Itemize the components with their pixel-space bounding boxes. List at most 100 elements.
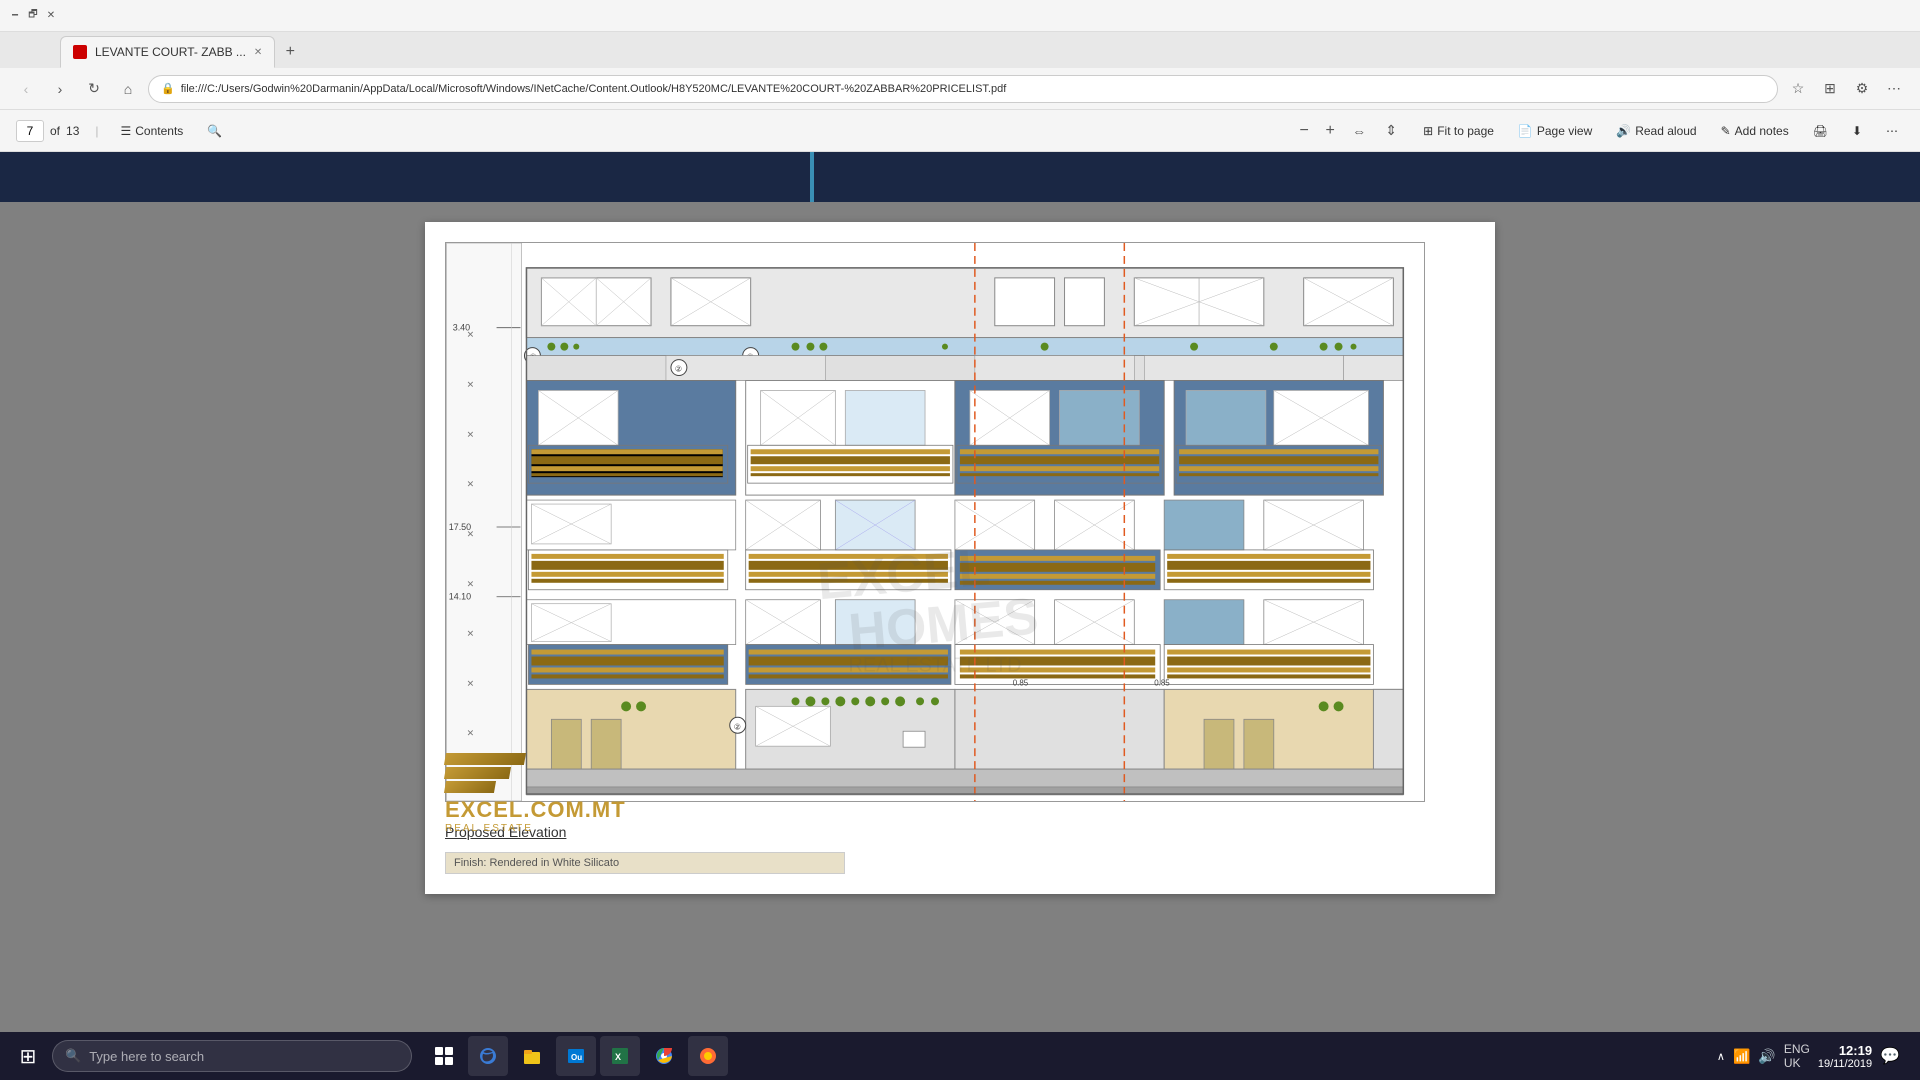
title-bar: 🗕 🗗 ✕ <box>0 0 1920 32</box>
zoom-controls: − + ⇔ ⇕ <box>1293 117 1405 145</box>
tab-label: LEVANTE COURT- ZABB ... <box>95 45 246 59</box>
maximize-button[interactable]: 🗗 <box>26 9 40 23</box>
taskbar-tray: ∧ 📶 🔊 ENG UK 12:19 19/11/2019 💬 <box>1705 1042 1912 1070</box>
pdf-content-area: EXCEL.COM.MT REAL ESTATE ✕ ✕ ✕ ✕ ✕ ✕ ✕ ✕… <box>0 152 1920 1032</box>
back-button[interactable]: ‹ <box>12 75 40 103</box>
tab-close-button[interactable]: ✕ <box>254 47 262 58</box>
header-accent-bar <box>810 152 814 202</box>
page-view-button[interactable]: 📄 Page view <box>1512 121 1598 141</box>
address-text: file:///C:/Users/Godwin%20Darmanin/AppDa… <box>181 83 1765 95</box>
date-display: 19/11/2019 <box>1818 1058 1872 1070</box>
elevation-drawing: ✕ ✕ ✕ ✕ ✕ ✕ ✕ ✕ ✕ 3.40 17.50 14.10 <box>445 242 1425 802</box>
tray-up-arrow[interactable]: ∧ <box>1717 1050 1725 1063</box>
contents-icon: ☰ <box>121 124 132 138</box>
fit-width-button[interactable]: ⇔ <box>1345 117 1373 145</box>
page-total: 13 <box>66 124 79 138</box>
file-explorer-button[interactable] <box>512 1036 552 1076</box>
more-options-button[interactable]: ⋯ <box>1880 121 1904 141</box>
browser-window: 🗕 🗗 ✕ LEVANTE COURT- ZABB ... ✕ + ‹ › ↻ … <box>0 0 1920 1080</box>
home-button[interactable]: ⌂ <box>114 75 142 103</box>
clock[interactable]: 12:19 19/11/2019 <box>1818 1043 1872 1070</box>
svg-text:②: ② <box>675 365 682 374</box>
edge-icon <box>478 1046 498 1066</box>
svg-text:②: ② <box>734 722 741 731</box>
svg-text:Ou: Ou <box>571 1053 582 1062</box>
search-button[interactable]: 🔍 <box>201 121 228 141</box>
language-region: ENG UK <box>1784 1042 1810 1070</box>
svg-text:✕: ✕ <box>467 579 475 589</box>
edge-browser-button[interactable] <box>468 1036 508 1076</box>
chrome-icon <box>654 1046 674 1066</box>
pdf-toolbar: of 13 | ☰ Contents 🔍 − + ⇔ ⇕ ⊞ Fit to pa… <box>0 110 1920 152</box>
start-button[interactable]: ⊞ <box>8 1036 48 1076</box>
read-aloud-label: Read aloud <box>1635 124 1696 138</box>
zoom-in-button[interactable]: + <box>1319 120 1341 142</box>
task-view-icon <box>434 1046 454 1066</box>
legend-text: Finish: Rendered in White Silicato <box>445 852 845 874</box>
svg-text:✕: ✕ <box>467 629 475 639</box>
active-tab[interactable]: LEVANTE COURT- ZABB ... ✕ <box>60 36 275 68</box>
navigation-bar: ‹ › ↻ ⌂ 🔒 file:///C:/Users/Godwin%20Darm… <box>0 68 1920 110</box>
fit-height-button[interactable]: ⇕ <box>1377 117 1405 145</box>
save-button[interactable]: ⬇ <box>1846 121 1868 141</box>
excel-icon: X <box>610 1046 630 1066</box>
excel-homes-logo: EXCEL.COM.MT REAL ESTATE <box>445 753 626 834</box>
add-notes-button[interactable]: ✎ Add notes <box>1715 121 1795 141</box>
svg-text:✕: ✕ <box>467 728 475 738</box>
page-navigation: of 13 <box>16 120 79 142</box>
outlook-button[interactable]: Ou <box>556 1036 596 1076</box>
other-app-icon <box>698 1046 718 1066</box>
logo-bar-2 <box>444 767 511 779</box>
chrome-button[interactable] <box>644 1036 684 1076</box>
start-icon: ⊞ <box>20 1044 37 1069</box>
other-app-button[interactable] <box>688 1036 728 1076</box>
refresh-button[interactable]: ↻ <box>80 75 108 103</box>
contents-button[interactable]: ☰ Contents <box>115 121 190 141</box>
fit-to-page-button[interactable]: ⊞ Fit to page <box>1417 121 1500 141</box>
svg-text:REAL ESTATE LTD: REAL ESTATE LTD <box>849 654 1022 676</box>
logo-bar-3 <box>444 781 496 793</box>
svg-text:✕: ✕ <box>467 678 475 688</box>
zoom-out-button[interactable]: − <box>1293 120 1315 142</box>
svg-text:0.85: 0.85 <box>1013 678 1029 687</box>
print-icon: 🖨 <box>1813 124 1828 138</box>
new-tab-button[interactable]: + <box>275 36 305 68</box>
add-notes-icon: ✎ <box>1721 124 1731 138</box>
excel-button[interactable]: X <box>600 1036 640 1076</box>
close-button[interactable]: ✕ <box>44 9 58 23</box>
more-icon: ⋯ <box>1886 124 1898 138</box>
page-number-input[interactable] <box>16 120 44 142</box>
task-view-button[interactable] <box>424 1036 464 1076</box>
collections-button[interactable]: ⊞ <box>1816 75 1844 103</box>
taskbar-search-bar[interactable]: 🔍 Type here to search <box>52 1040 412 1072</box>
notifications-button[interactable]: 💬 <box>1880 1046 1900 1066</box>
window-controls[interactable]: 🗕 🗗 ✕ <box>8 9 58 23</box>
settings-button[interactable]: ⋯ <box>1880 75 1908 103</box>
search-icon: 🔍 <box>65 1048 81 1064</box>
address-bar[interactable]: 🔒 file:///C:/Users/Godwin%20Darmanin/App… <box>148 75 1778 103</box>
favorites-button[interactable]: ☆ <box>1784 75 1812 103</box>
svg-text:3.40: 3.40 <box>453 323 470 333</box>
svg-text:17.50: 17.50 <box>449 522 471 532</box>
pdf-header-band <box>0 152 1920 202</box>
svg-text:14.10: 14.10 <box>449 592 471 602</box>
taskbar: ⊞ 🔍 Type here to search <box>0 1032 1920 1080</box>
svg-text:0.85: 0.85 <box>1154 678 1170 687</box>
svg-text:X: X <box>615 1052 621 1062</box>
read-aloud-button[interactable]: 🔊 Read aloud <box>1610 121 1702 141</box>
file-explorer-icon <box>522 1046 542 1066</box>
region-label: UK <box>1784 1056 1810 1070</box>
forward-button[interactable]: › <box>46 75 74 103</box>
outlook-icon: Ou <box>566 1046 586 1066</box>
taskbar-apps: Ou X <box>424 1036 728 1076</box>
save-icon: ⬇ <box>1852 124 1862 138</box>
language-label: ENG <box>1784 1042 1810 1056</box>
toolbar-separator: | <box>95 124 98 138</box>
minimize-button[interactable]: 🗕 <box>8 9 22 23</box>
logo-text-main: EXCEL.COM.MT <box>445 797 626 823</box>
svg-text:✕: ✕ <box>467 379 475 389</box>
page-view-label: Page view <box>1537 124 1592 138</box>
pdf-page: EXCEL.COM.MT REAL ESTATE ✕ ✕ ✕ ✕ ✕ ✕ ✕ ✕… <box>425 222 1495 894</box>
print-button[interactable]: 🖨 <box>1807 121 1834 141</box>
extensions-button[interactable]: ⚙ <box>1848 75 1876 103</box>
